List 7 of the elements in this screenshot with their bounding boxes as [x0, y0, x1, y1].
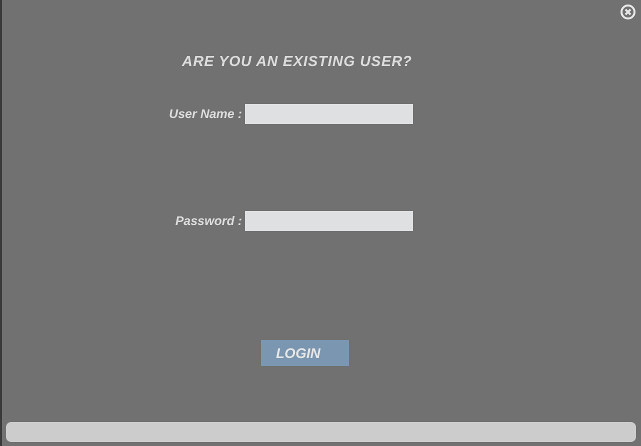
login-button[interactable]: LOGIN — [261, 340, 349, 366]
field-label: User Name : — [168, 107, 242, 121]
form-title: ARE YOU AN EXISTING USER? — [182, 53, 412, 71]
input-field[interactable] — [245, 104, 413, 124]
close-icon[interactable] — [620, 4, 636, 20]
field-label: Password : — [174, 214, 242, 228]
input-field[interactable] — [245, 211, 413, 231]
